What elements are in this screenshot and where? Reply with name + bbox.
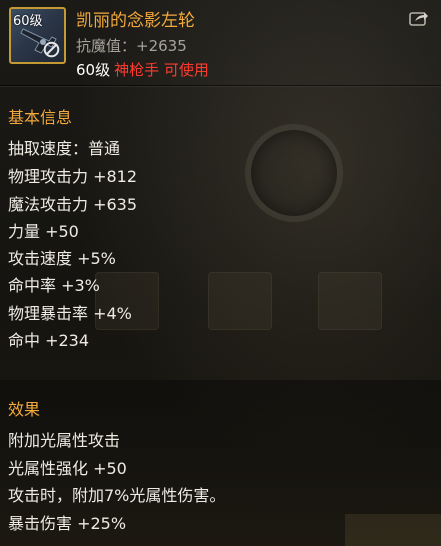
background-button	[345, 514, 441, 546]
effect-line: 附加光属性攻击	[8, 431, 121, 450]
item-tooltip: 60级 凯丽的念影左轮 抗魔值：+2635 60级 神枪手 可使用 基本信息 抽取…	[0, 0, 441, 546]
requirement-row: 60级 神枪手 可使用	[76, 59, 209, 80]
stat-line: 魔法攻击力 +635	[8, 195, 138, 214]
item-resist-stat: 抗魔值：+2635	[76, 37, 187, 55]
stat-line: 物理攻击力 +812	[8, 167, 138, 186]
effect-line: 光属性强化 +50	[8, 459, 127, 478]
basic-info-title: 基本信息	[8, 108, 73, 127]
stat-line: 物理暴击率 +4%	[8, 304, 132, 323]
revolver-icon: 60级	[9, 7, 66, 64]
required-class: 神枪手 可使用	[114, 61, 209, 79]
item-name: 凯丽的念影左轮	[76, 11, 195, 31]
stat-line: 力量 +50	[8, 222, 79, 241]
header-divider	[0, 85, 441, 86]
ban-icon	[43, 41, 60, 58]
background-slot	[208, 272, 272, 330]
effect-line: 暴击伤害 +25%	[8, 514, 127, 533]
stat-line: 攻击速度 +5%	[8, 249, 116, 268]
stat-line: 命中 +234	[8, 331, 90, 350]
background-slot	[318, 272, 382, 330]
background-ring	[245, 124, 343, 222]
stat-line: 命中率 +3%	[8, 276, 100, 295]
effect-line: 攻击时，附加7%光属性伤害。	[8, 486, 226, 505]
effects-title: 效果	[8, 400, 41, 419]
share-icon[interactable]	[409, 10, 429, 27]
stat-line: 抽取速度：普通	[8, 139, 121, 158]
required-level: 60级	[76, 61, 111, 79]
